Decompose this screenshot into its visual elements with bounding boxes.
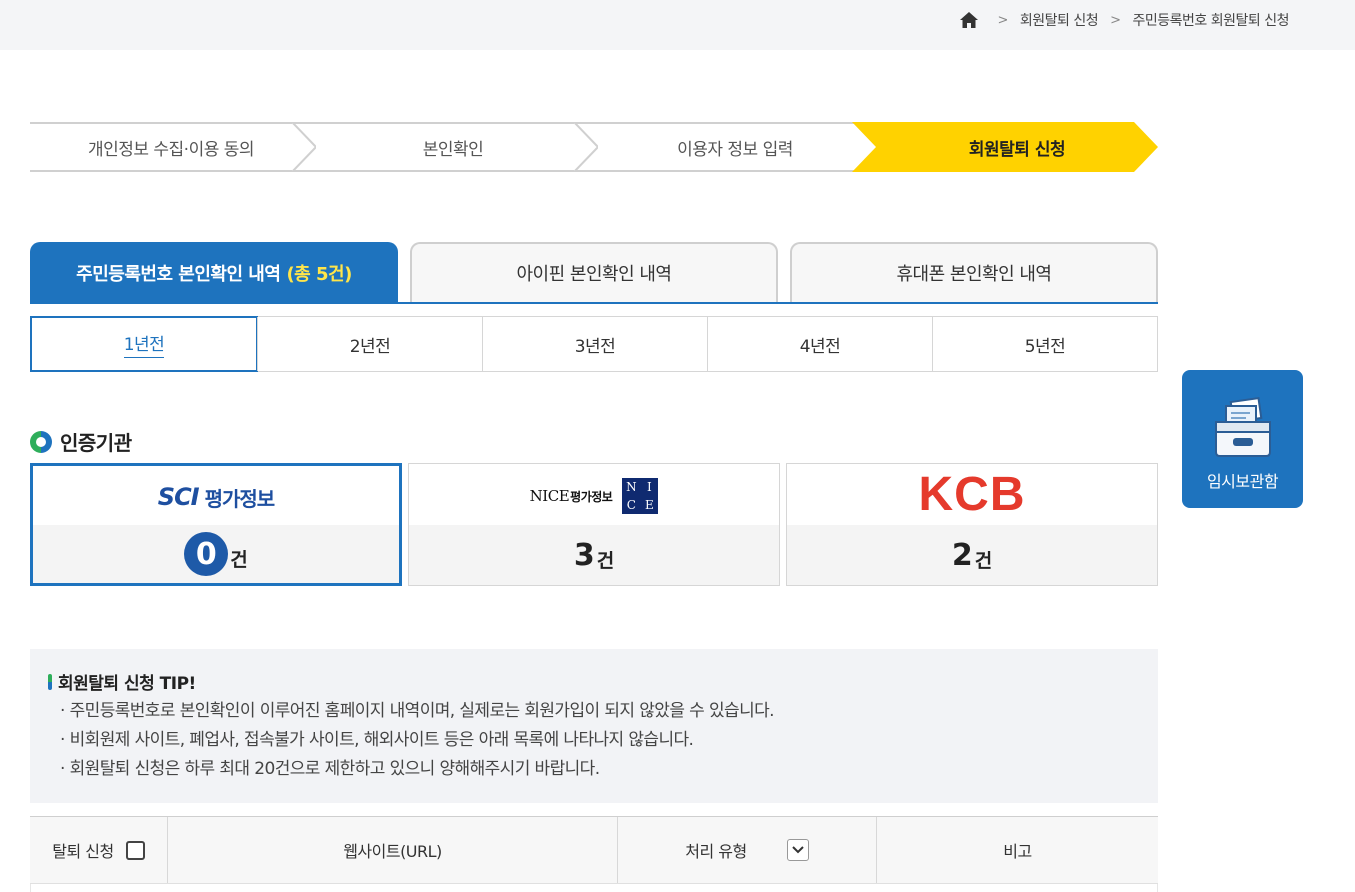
select-all-checkbox[interactable]	[125, 840, 145, 860]
breadcrumb-item[interactable]: 회원탈퇴 신청	[1020, 10, 1099, 30]
col-withdraw-label: 탈퇴 신청	[52, 842, 114, 861]
count-value: 0	[184, 532, 229, 576]
count-unit: 건	[596, 549, 615, 572]
col-note-label: 비고	[1003, 842, 1032, 861]
tip-list: · 주민등록번호로 본인확인이 이루어진 홈페이지 내역이며, 실제로는 회원가…	[48, 697, 1158, 784]
nice-logo-sub: 평가정보	[570, 489, 613, 504]
col-withdraw: 탈퇴 신청	[30, 817, 167, 883]
tip-box: 회원탈퇴 신청 TIP! · 주민등록번호로 본인확인이 이루어진 홈페이지 내…	[30, 649, 1158, 803]
step-withdraw: 회원탈퇴 신청	[968, 139, 1066, 160]
tab-label: 아이핀 본인확인 내역	[516, 264, 672, 285]
progress-steps: 개인정보 수집·이용 동의 본인확인 이용자 정보 입력 회원탈퇴 신청	[30, 122, 1158, 172]
nice-logo-text: NICE	[529, 487, 570, 505]
col-website-label: 웹사이트(URL)	[343, 842, 442, 861]
bullet-circle-icon	[30, 430, 52, 453]
kcb-logo: KCB	[787, 464, 1157, 526]
count-area: 3 건	[409, 525, 779, 585]
nice-badge-letter: E	[644, 498, 654, 512]
section-title: 인증기관	[30, 427, 132, 456]
breadcrumb-bar: > 회원탈퇴 신청 > 주민등록번호 회원탈퇴 신청	[0, 0, 1355, 50]
agency-card-sci[interactable]: SCI 평가정보 0 건	[30, 463, 402, 586]
agency-card-nice[interactable]: NICE 평가정보 N I C E 3 건	[408, 463, 780, 586]
year-tab-2[interactable]: 2년전	[257, 317, 482, 371]
step-consent: 개인정보 수집·이용 동의	[87, 139, 255, 160]
table-row	[30, 884, 1158, 892]
nice-logo: NICE 평가정보 N I C E	[409, 464, 779, 526]
section-title-text: 인증기관	[60, 431, 132, 455]
nice-badge-letter: C	[626, 498, 636, 512]
home-icon[interactable]	[959, 10, 979, 30]
col-process-type-label: 처리 유형	[685, 842, 747, 861]
col-website: 웹사이트(URL)	[167, 817, 617, 883]
chevron-right-icon: >	[997, 12, 1008, 28]
nice-badge: N I C E	[622, 478, 659, 514]
col-process-type: 처리 유형	[617, 817, 876, 883]
filter-dropdown-icon[interactable]	[786, 839, 809, 861]
col-note: 비고	[876, 817, 1158, 883]
year-tab-4[interactable]: 4년전	[707, 317, 932, 371]
count-unit: 건	[974, 549, 993, 572]
verification-tabs: 주민등록번호 본인확인 내역 (총 5건) 아이핀 본인확인 내역 휴대폰 본인…	[30, 242, 1158, 304]
tab-count: (총 5건)	[286, 264, 352, 285]
count-value: 2	[951, 537, 973, 573]
agency-card-kcb[interactable]: KCB 2 건	[786, 463, 1158, 586]
tab-label: 주민등록번호 본인확인 내역	[76, 264, 281, 285]
count-value: 3	[573, 537, 595, 573]
breadcrumb-item-current: 주민등록번호 회원탈퇴 신청	[1132, 13, 1290, 29]
table-header: 탈퇴 신청 웹사이트(URL) 처리 유형 비고	[30, 816, 1158, 884]
year-tabs: 1년전 2년전 3년전 4년전 5년전	[30, 316, 1158, 372]
tip-item: · 주민등록번호로 본인확인이 이루어진 홈페이지 내역이며, 실제로는 회원가…	[60, 701, 775, 721]
tab-resident-number[interactable]: 주민등록번호 본인확인 내역 (총 5건)	[30, 242, 398, 302]
tip-bar-icon	[48, 673, 52, 690]
year-tab-5[interactable]: 5년전	[932, 317, 1157, 371]
step-user-info: 이용자 정보 입력	[677, 139, 793, 160]
year-tab-label: 3년전	[574, 336, 616, 357]
tip-title-text: 회원탈퇴 신청 TIP!	[58, 674, 196, 694]
count-unit: 건	[230, 548, 248, 571]
chevron-down-icon	[792, 846, 804, 854]
breadcrumb: > 회원탈퇴 신청 > 주민등록번호 회원탈퇴 신청	[959, 10, 1290, 30]
chevron-right-icon: >	[1110, 12, 1121, 28]
temp-storage-label: 임시보관함	[1206, 472, 1279, 491]
year-tab-label: 2년전	[349, 336, 391, 357]
tip-title: 회원탈퇴 신청 TIP!	[48, 669, 1158, 694]
nice-badge-letter: I	[646, 480, 652, 494]
year-tab-label: 5년전	[1024, 336, 1066, 357]
tip-item: · 회원탈퇴 신청은 하루 최대 20건으로 제한하고 있으니 양해해주시기 바…	[60, 759, 600, 779]
temp-storage-button[interactable]: 임시보관함	[1182, 370, 1303, 508]
count-area: 0 건	[33, 525, 399, 583]
tab-ipin[interactable]: 아이핀 본인확인 내역	[410, 242, 778, 302]
kcb-logo-text: KCB	[918, 468, 1026, 521]
tab-mobile[interactable]: 휴대폰 본인확인 내역	[790, 242, 1158, 302]
tab-label: 휴대폰 본인확인 내역	[896, 264, 1052, 285]
drawer-icon	[1214, 397, 1271, 457]
year-tab-label: 4년전	[799, 336, 841, 357]
sci-logo-sub: 평가정보	[204, 486, 276, 511]
sci-logo: SCI 평가정보	[33, 466, 399, 528]
year-tab-1[interactable]: 1년전	[30, 316, 258, 372]
nice-badge-letter: N	[626, 480, 637, 494]
tip-item: · 비회원제 사이트, 폐업사, 접속불가 사이트, 해외사이트 등은 아래 목…	[60, 730, 694, 750]
sci-logo-text: SCI	[157, 483, 200, 511]
year-tab-3[interactable]: 3년전	[482, 317, 707, 371]
year-tab-label: 1년전	[123, 330, 165, 358]
count-area: 2 건	[787, 525, 1157, 585]
step-verify: 본인확인	[422, 139, 484, 160]
